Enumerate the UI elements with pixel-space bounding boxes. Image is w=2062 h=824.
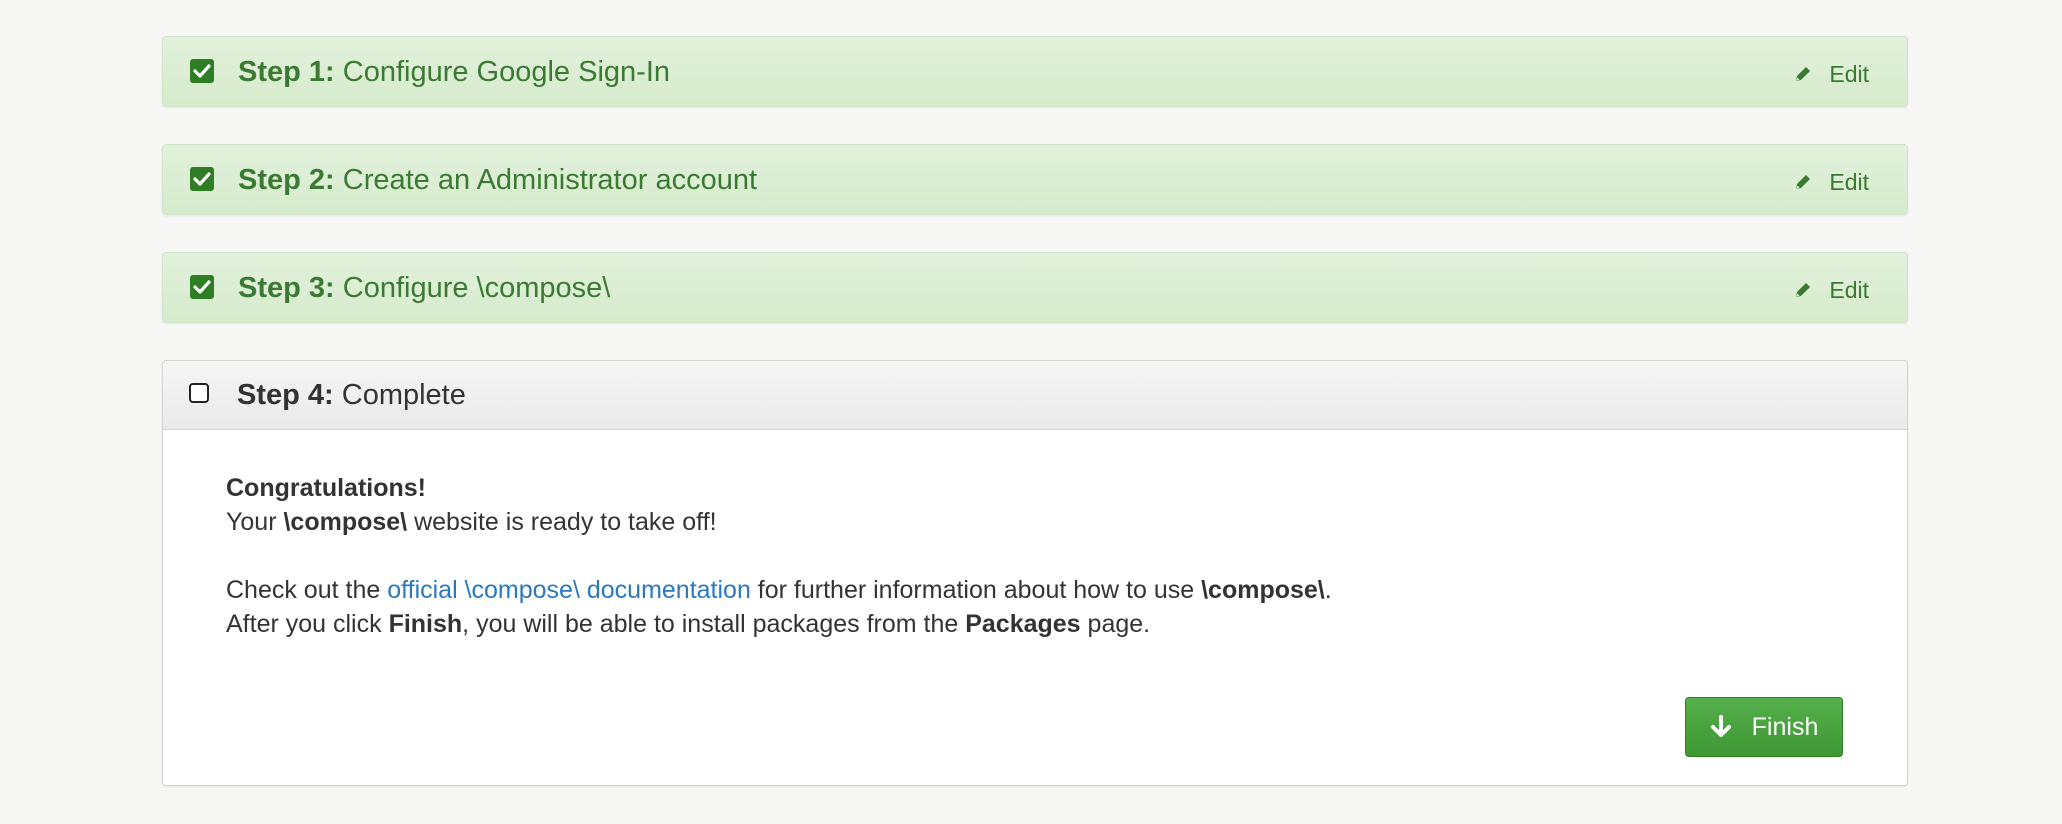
edit-label: Edit — [1829, 60, 1869, 87]
checkbox-checked-icon — [190, 167, 214, 191]
completion-message: Congratulations! Your \compose\ website … — [226, 471, 1332, 641]
docs-text: Check out the official \compose\ documen… — [226, 576, 1332, 604]
step-1-header: Step 1: Configure Google Sign-In Edit — [162, 36, 1908, 107]
checkbox-unchecked-icon — [189, 383, 209, 403]
pencil-icon — [1796, 283, 1811, 297]
step-4-title: Step 4: Complete — [237, 379, 466, 411]
step-4-panel: Step 4: Complete Congratulations! Your \… — [162, 360, 1908, 786]
documentation-link[interactable]: official \compose\ documentation — [387, 576, 751, 604]
edit-label: Edit — [1829, 276, 1869, 303]
step-2-header: Step 2: Create an Administrator account … — [162, 144, 1908, 215]
pencil-icon — [1796, 67, 1811, 81]
arrow-down-icon — [1710, 715, 1731, 737]
step-2-edit-button[interactable]: Edit — [1793, 167, 1869, 197]
after-finish-text: After you click Finish, you will be able… — [226, 610, 1151, 638]
setup-wizard: Step 1: Configure Google Sign-In Edit St… — [162, 36, 1908, 786]
step-3-edit-button[interactable]: Edit — [1793, 275, 1869, 305]
checkbox-checked-icon — [190, 275, 214, 299]
congrats-heading: Congratulations! — [226, 474, 426, 502]
edit-label: Edit — [1829, 168, 1869, 195]
pencil-icon — [1796, 175, 1811, 189]
step-4-header: Step 4: Complete — [163, 361, 1907, 430]
step-1-title: Step 1: Configure Google Sign-In — [238, 56, 671, 88]
step-3-title: Step 3: Configure \compose\ — [238, 272, 611, 304]
finish-button[interactable]: Finish — [1685, 697, 1843, 757]
finish-label: Finish — [1751, 712, 1819, 741]
step-3-header: Step 3: Configure \compose\ Edit — [162, 252, 1908, 323]
step-2-title: Step 2: Create an Administrator account — [238, 164, 758, 196]
step-1-edit-button[interactable]: Edit — [1793, 59, 1869, 89]
checkbox-checked-icon — [190, 59, 214, 83]
ready-text: Your \compose\ website is ready to take … — [226, 508, 717, 536]
